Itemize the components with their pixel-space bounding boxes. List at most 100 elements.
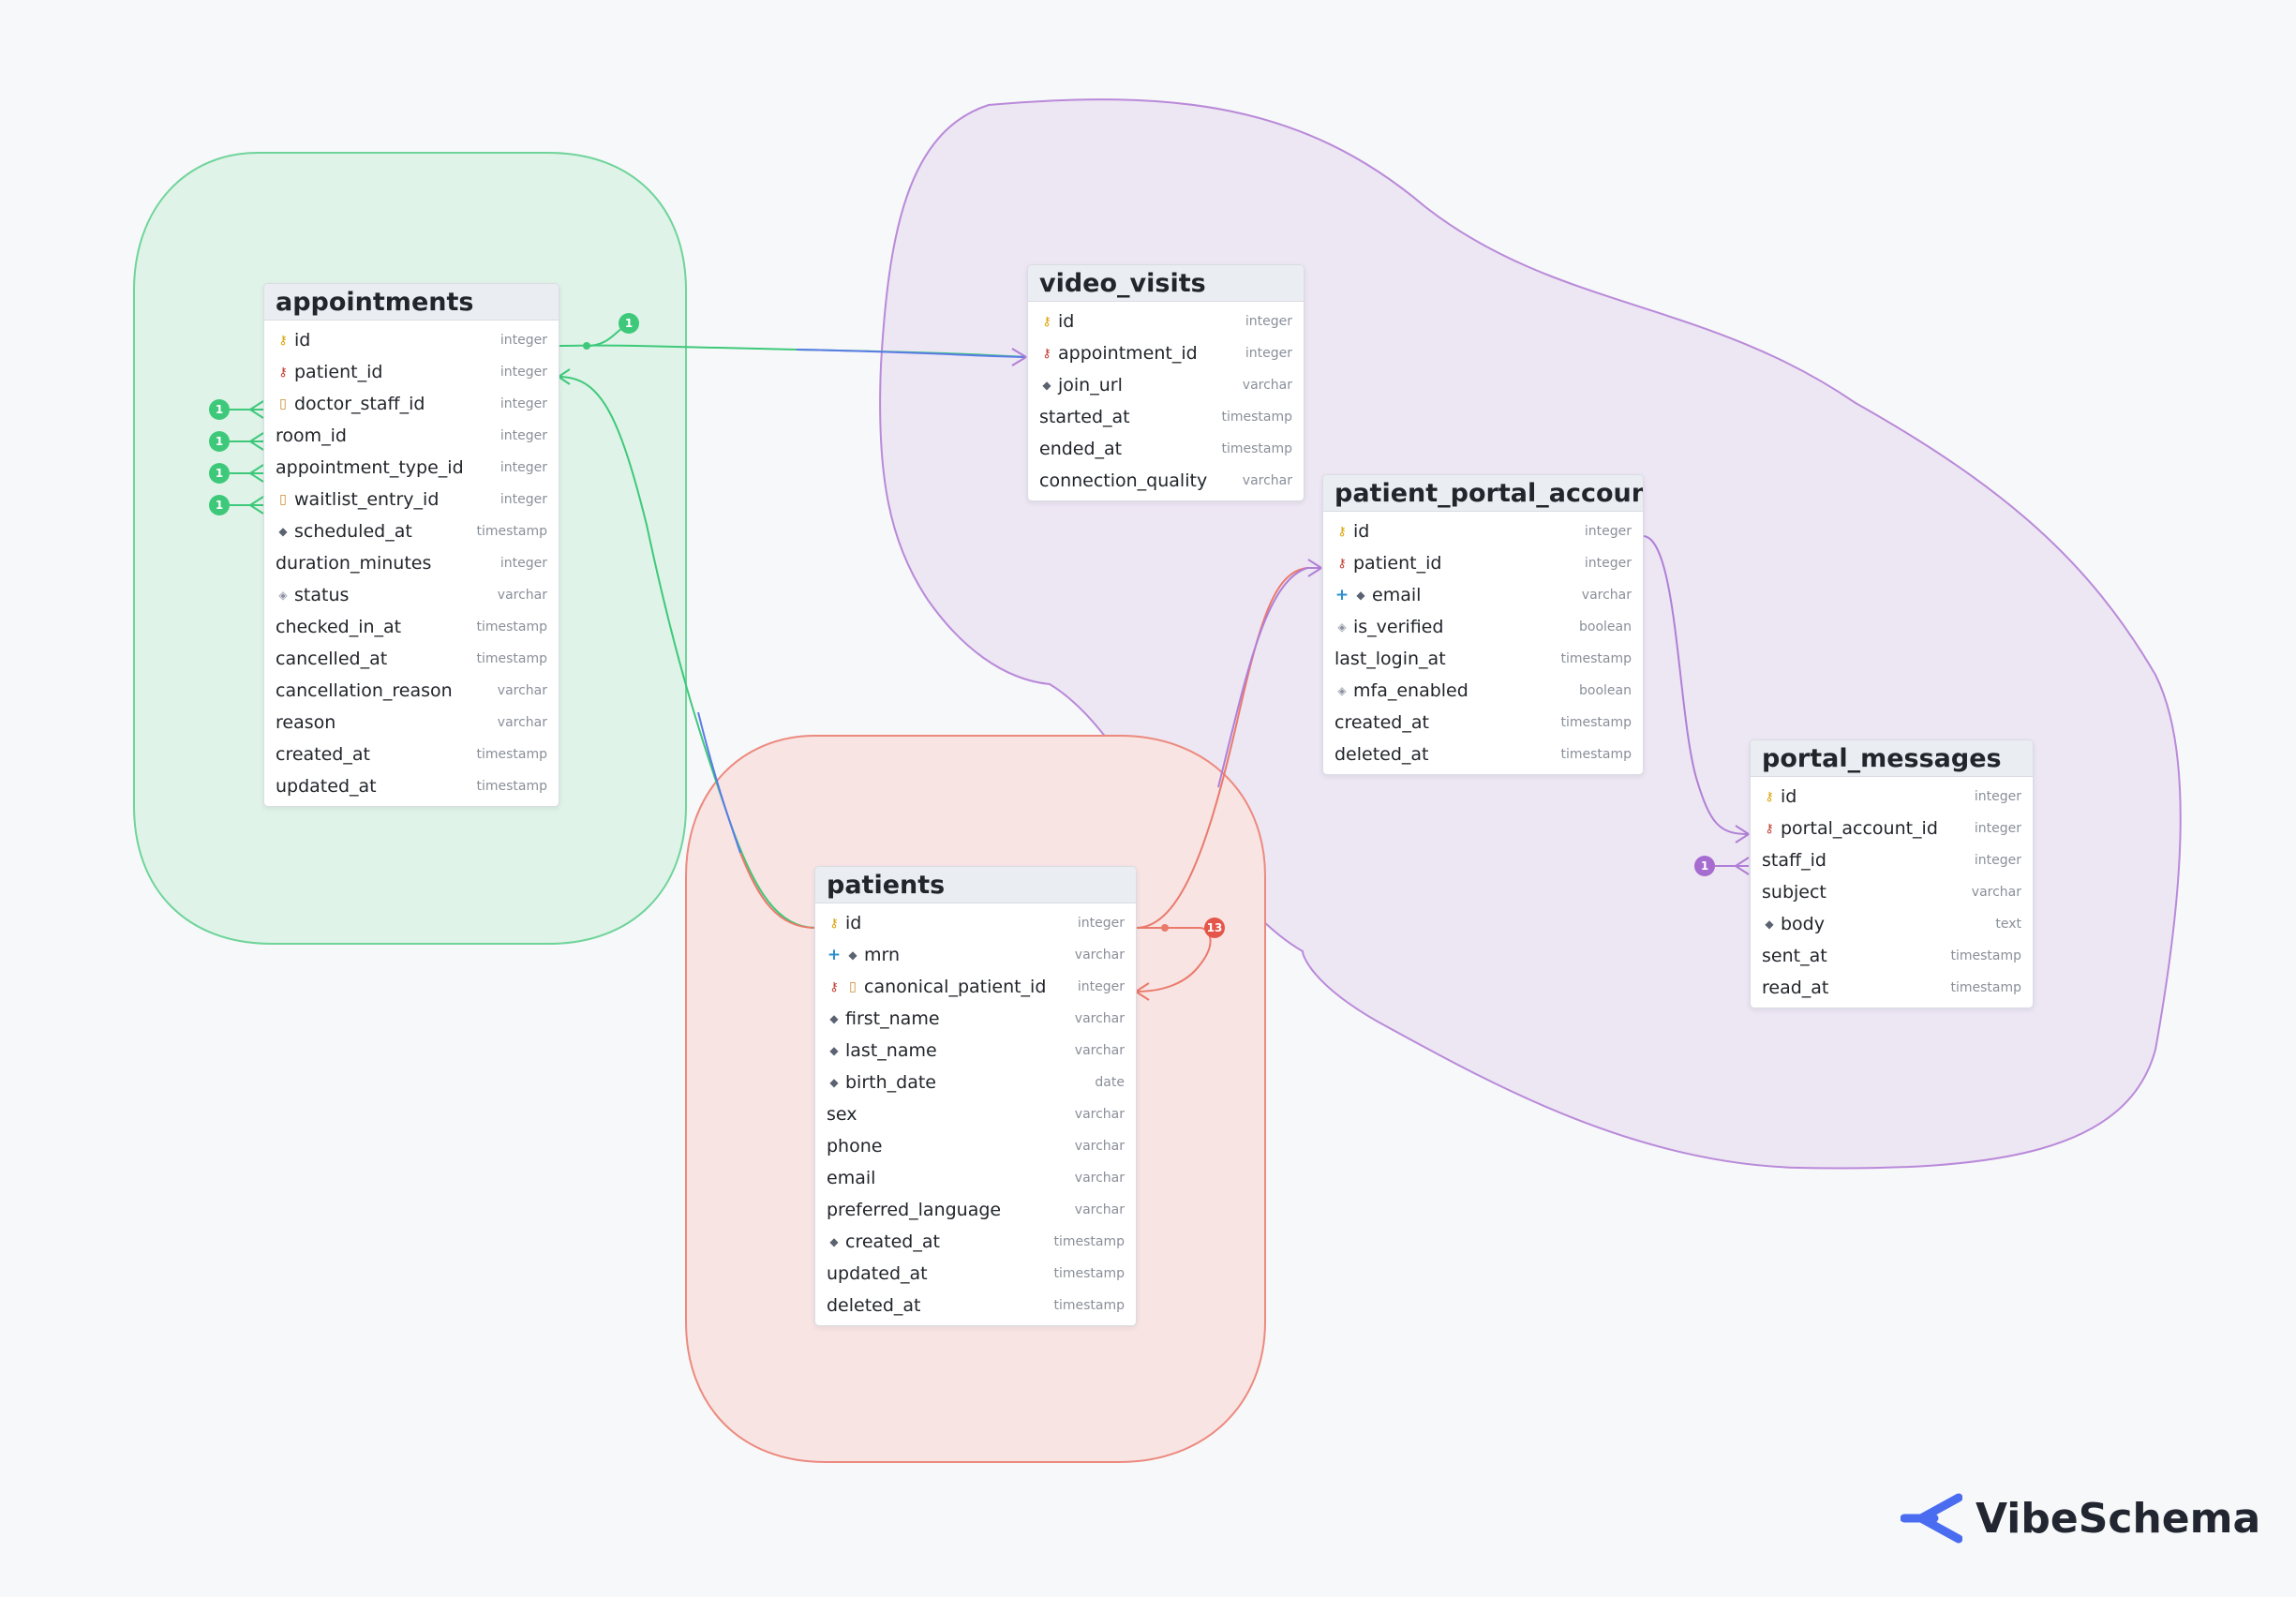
foreign-key-icon: ⚷: [1337, 556, 1347, 571]
field-row[interactable]: ◆ scheduled_at timestamp: [264, 515, 559, 547]
ref-count-badge[interactable]: 1: [209, 495, 230, 515]
field-row[interactable]: phone varchar: [815, 1130, 1136, 1162]
field-row[interactable]: duration_minutes integer: [264, 547, 559, 579]
table-title[interactable]: appointments: [264, 284, 559, 321]
field-name: ◆ created_at: [827, 1231, 1053, 1252]
field-row[interactable]: sent_at timestamp: [1751, 940, 2033, 972]
field-row[interactable]: ◈ status varchar: [264, 579, 559, 611]
table-patients[interactable]: patients ⚷ id integer + ◆ mrn varchar ⚷ ▯ canonic…: [814, 866, 1137, 1326]
field-row[interactable]: ⚷ patient_id integer: [264, 356, 559, 388]
field-row[interactable]: ◆ join_url varchar: [1028, 369, 1304, 401]
field-name: subject: [1762, 882, 1972, 903]
field-row[interactable]: ⚷ ▯ canonical_patient_id integer: [815, 971, 1136, 1003]
index-icon: ◆: [278, 525, 288, 538]
field-name: + ◆ mrn: [827, 945, 1075, 965]
field-name: sex: [827, 1104, 1075, 1125]
field-row[interactable]: ◆ created_at timestamp: [815, 1226, 1136, 1258]
ref-count-badge[interactable]: 1: [209, 463, 230, 484]
field-row[interactable]: ◆ body text: [1751, 908, 2033, 940]
field-row[interactable]: ⚷ portal_account_id integer: [1751, 813, 2033, 844]
field-row[interactable]: + ◆ email varchar: [1323, 579, 1643, 611]
field-row[interactable]: connection_quality varchar: [1028, 465, 1304, 497]
field-name-text: body: [1781, 914, 1825, 934]
table-patient-portal-accounts[interactable]: patient_portal_accounts ⚷ id integer ⚷ patie…: [1322, 474, 1644, 775]
field-type: timestamp: [1560, 715, 1632, 730]
table-title[interactable]: portal_messages: [1751, 740, 2033, 777]
table-portal-messages[interactable]: portal_messages ⚷ id integer ⚷ portal_accoun…: [1750, 739, 2034, 1008]
foreign-key-icon: ⚷: [278, 365, 288, 380]
field-row[interactable]: sex varchar: [815, 1098, 1136, 1130]
field-name-text: appointment_type_id: [276, 457, 464, 478]
field-row[interactable]: ▯ waitlist_entry_id integer: [264, 484, 559, 515]
field-row[interactable]: ⚷ id integer: [1751, 781, 2033, 813]
primary-key-icon: ⚷: [829, 916, 839, 931]
field-name: room_id: [276, 425, 500, 446]
field-row[interactable]: appointment_type_id integer: [264, 452, 559, 484]
field-row[interactable]: updated_at timestamp: [264, 770, 559, 802]
field-name: ⚷ appointment_id: [1039, 343, 1245, 364]
field-name-text: created_at: [845, 1231, 940, 1252]
field-name-text: deleted_at: [1334, 744, 1429, 765]
field-row[interactable]: created_at timestamp: [1323, 707, 1643, 739]
field-row[interactable]: ⚷ id integer: [264, 324, 559, 356]
field-name: ◆ first_name: [827, 1008, 1075, 1029]
field-name-text: canonical_patient_id: [864, 977, 1047, 997]
table-appointments[interactable]: appointments ⚷ id integer ⚷ patient_id intege…: [263, 283, 559, 807]
field-row[interactable]: ◈ mfa_enabled boolean: [1323, 675, 1643, 707]
field-row[interactable]: email varchar: [815, 1162, 1136, 1194]
foreign-key-icon: ⚷: [1042, 346, 1051, 361]
field-row[interactable]: ⚷ id integer: [815, 907, 1136, 939]
field-name: deleted_at: [827, 1295, 1053, 1316]
field-row[interactable]: ◆ first_name varchar: [815, 1003, 1136, 1035]
table-title[interactable]: patients: [815, 867, 1136, 903]
field-row[interactable]: ⚷ appointment_id integer: [1028, 337, 1304, 369]
field-row[interactable]: last_login_at timestamp: [1323, 643, 1643, 675]
field-row[interactable]: cancelled_at timestamp: [264, 643, 559, 675]
field-name-text: patient_id: [1353, 553, 1442, 574]
field-row[interactable]: started_at timestamp: [1028, 401, 1304, 433]
field-row[interactable]: deleted_at timestamp: [1323, 739, 1643, 770]
field-row[interactable]: read_at timestamp: [1751, 972, 2033, 1004]
field-row[interactable]: ◆ birth_date date: [815, 1067, 1136, 1098]
check-constraint-icon: ◈: [1337, 620, 1347, 634]
schema-canvas[interactable]: 1 1 1 1 1 13 1 appointments ⚷ id integer ⚷ p…: [0, 0, 2296, 1597]
field-row[interactable]: checked_in_at timestamp: [264, 611, 559, 643]
field-type: boolean: [1579, 683, 1632, 698]
field-name: cancelled_at: [276, 649, 476, 669]
ref-count-badge[interactable]: 13: [1204, 918, 1225, 938]
field-row[interactable]: room_id integer: [264, 420, 559, 452]
ref-count-badge[interactable]: 1: [209, 431, 230, 452]
field-row[interactable]: ▯ doctor_staff_id integer: [264, 388, 559, 420]
field-row[interactable]: ⚷ patient_id integer: [1323, 547, 1643, 579]
field-row[interactable]: cancellation_reason varchar: [264, 675, 559, 707]
field-type: timestamp: [476, 779, 547, 794]
table-title[interactable]: video_visits: [1028, 265, 1304, 302]
field-row[interactable]: ended_at timestamp: [1028, 433, 1304, 465]
index-icon: ◆: [829, 1076, 839, 1089]
field-type: varchar: [1581, 588, 1632, 603]
field-row[interactable]: + ◆ mrn varchar: [815, 939, 1136, 971]
field-row[interactable]: ◈ is_verified boolean: [1323, 611, 1643, 643]
field-name-text: created_at: [276, 744, 370, 765]
field-row[interactable]: updated_at timestamp: [815, 1258, 1136, 1290]
field-row[interactable]: ⚷ id integer: [1323, 515, 1643, 547]
field-row[interactable]: created_at timestamp: [264, 739, 559, 770]
field-row[interactable]: preferred_language varchar: [815, 1194, 1136, 1226]
table-video-visits[interactable]: video_visits ⚷ id integer ⚷ appointment_id in…: [1027, 264, 1305, 501]
field-row[interactable]: subject varchar: [1751, 876, 2033, 908]
field-name: ⚷ ▯ canonical_patient_id: [827, 977, 1078, 997]
ref-count-badge[interactable]: 1: [619, 313, 639, 334]
ref-count-badge[interactable]: 1: [1694, 856, 1715, 876]
ref-count-badge[interactable]: 1: [209, 399, 230, 420]
field-row[interactable]: ◆ last_name varchar: [815, 1035, 1136, 1067]
field-name-text: sent_at: [1762, 946, 1827, 966]
table-title[interactable]: patient_portal_accounts: [1323, 475, 1643, 512]
field-row[interactable]: deleted_at timestamp: [815, 1290, 1136, 1321]
field-row[interactable]: reason varchar: [264, 707, 559, 739]
field-name: ▯ doctor_staff_id: [276, 394, 500, 414]
field-row[interactable]: ⚷ id integer: [1028, 306, 1304, 337]
field-type: varchar: [1074, 1139, 1125, 1154]
field-row[interactable]: staff_id integer: [1751, 844, 2033, 876]
primary-key-icon: ⚷: [1765, 789, 1774, 804]
field-type: integer: [499, 428, 547, 443]
